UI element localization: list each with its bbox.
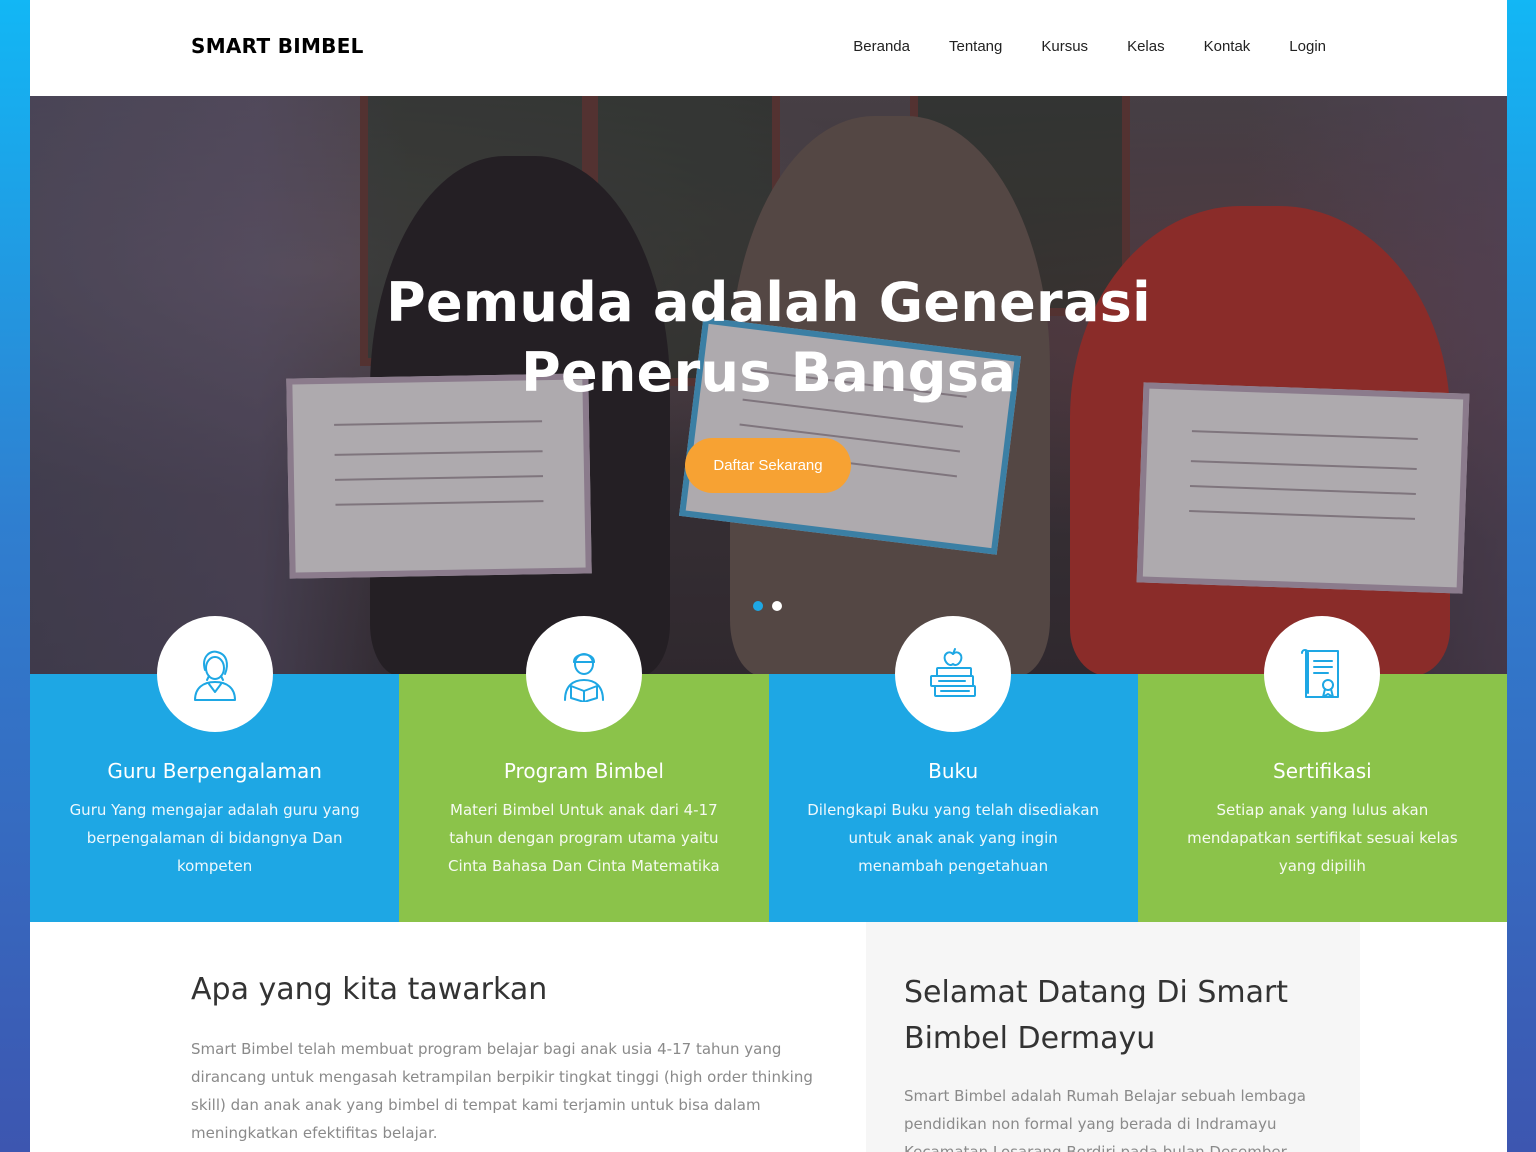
feature-title: Sertifikasi	[1273, 759, 1372, 783]
feature-text: Guru Yang mengajar adalah guru yang berp…	[69, 801, 360, 875]
books-apple-icon	[930, 648, 977, 697]
page: SMART BIMBEL Beranda Tentang Kursus Kela…	[30, 0, 1507, 1152]
teacher-icon	[193, 650, 236, 701]
nav-item-kontak[interactable]: Kontak	[1204, 38, 1251, 55]
hero-title-line: Penerus Bangsa	[521, 341, 1016, 404]
slider-dots	[753, 601, 782, 611]
slider-dot-2[interactable]	[772, 601, 782, 611]
register-now-button[interactable]: Daftar Sekarang	[685, 438, 851, 493]
feature-card-program: Program Bimbel Materi Bimbel Untuk anak …	[399, 616, 769, 922]
feature-icon-circle	[156, 616, 273, 732]
hero-title-line: Pemuda adalah Generasi	[386, 271, 1151, 334]
nav-item-tentang[interactable]: Tentang	[949, 38, 1002, 55]
feature-card-teachers: Guru Berpengalaman Guru Yang mengajar ad…	[30, 616, 400, 922]
certificate-icon	[1301, 649, 1340, 698]
features-row: Guru Berpengalaman Guru Yang mengajar ad…	[30, 616, 1507, 922]
welcome-title: Selamat Datang Di Smart Bimbel Dermayu	[904, 975, 1289, 1056]
hero-slider: Pemuda adalah Generasi Penerus Bangsa Da…	[30, 96, 1507, 674]
main-nav: Beranda Tentang Kursus Kelas Kontak Logi…	[814, 38, 1326, 55]
feature-title: Program Bimbel	[503, 759, 664, 783]
slider-dot-1[interactable]	[753, 601, 763, 611]
feature-text: Setiap anak yang lulus akan mendapatkan …	[1187, 801, 1458, 875]
offer-text: Smart Bimbel telah membuat program belaj…	[191, 1040, 813, 1142]
offer-section: Apa yang kita tawarkan Smart Bimbel tela…	[191, 940, 831, 1147]
site-header: SMART BIMBEL Beranda Tentang Kursus Kela…	[30, 0, 1507, 96]
feature-icon-circle	[895, 616, 1012, 732]
nav-item-kursus[interactable]: Kursus	[1041, 38, 1088, 55]
site-logo[interactable]: SMART BIMBEL	[191, 34, 364, 58]
student-reading-icon	[563, 653, 604, 702]
nav-item-login[interactable]: Login	[1289, 38, 1326, 55]
nav-item-beranda[interactable]: Beranda	[853, 38, 910, 55]
offer-title: Apa yang kita tawarkan	[191, 972, 548, 1007]
welcome-section: Selamat Datang Di Smart Bimbel Dermayu S…	[866, 922, 1360, 1152]
feature-icon-circle	[525, 616, 642, 732]
feature-title: Buku	[928, 759, 979, 783]
nav-item-kelas[interactable]: Kelas	[1127, 38, 1165, 55]
hero-title: Pemuda adalah Generasi Penerus Bangsa	[30, 268, 1507, 408]
feature-title: Guru Berpengalaman	[107, 759, 322, 783]
feature-icon-circle	[1264, 616, 1381, 732]
welcome-text: Smart Bimbel adalah Rumah Belajar sebuah…	[904, 1087, 1306, 1152]
feature-text: Dilengkapi Buku yang telah disediakan un…	[807, 801, 1100, 875]
feature-card-certification: Sertifikasi Setiap anak yang lulus akan …	[1137, 616, 1507, 922]
feature-text: Materi Bimbel Untuk anak dari 4-17 tahun…	[448, 801, 720, 875]
feature-card-books: Buku Dilengkapi Buku yang telah disediak…	[768, 616, 1138, 922]
